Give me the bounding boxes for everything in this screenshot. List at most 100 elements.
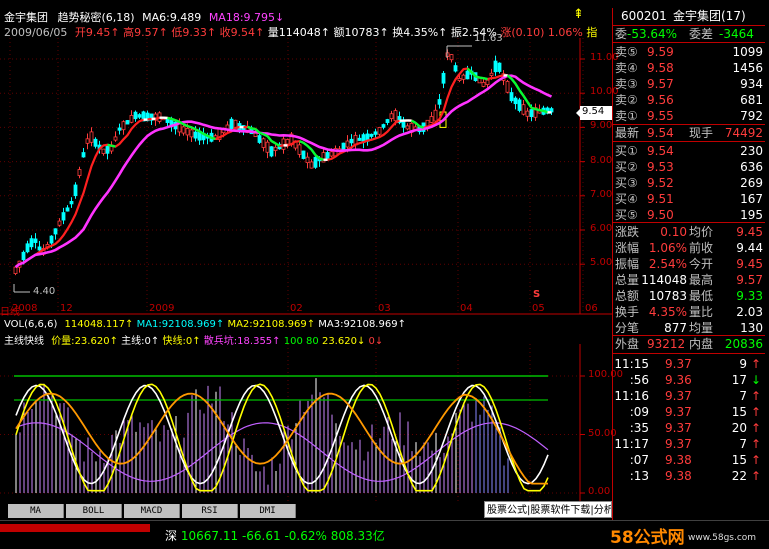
tab-boll[interactable]: BOLL — [66, 504, 122, 518]
arrow-up-icon: ↑ — [750, 357, 761, 371]
tick-price: 9.37 — [665, 389, 692, 403]
stat-v2: 130 — [740, 321, 763, 335]
ma6-segment — [111, 144, 116, 148]
candlestick-chart[interactable] — [0, 38, 612, 318]
candle — [373, 128, 378, 138]
candle — [381, 123, 386, 130]
candle — [521, 99, 526, 116]
row-price: 9.55 — [647, 109, 674, 123]
arrow-up-icon: ↑ — [750, 421, 761, 435]
tick-row: :09 9.37 15 ↑ — [613, 404, 765, 420]
tab-dmi[interactable]: DMI — [240, 504, 296, 518]
row-label: 买① — [615, 144, 638, 158]
candle — [77, 166, 82, 179]
last-hand: 74492 — [724, 126, 763, 140]
stat-v1: 114048 — [641, 273, 687, 287]
bid-level-5[interactable]: 买⑤ 9.50 195 — [613, 207, 765, 223]
tab-macd[interactable]: MACD — [124, 504, 180, 518]
candles — [13, 49, 554, 276]
ask-level-1[interactable]: 卖① 9.55 792 — [613, 108, 765, 124]
stat-v2: 9.44 — [736, 241, 763, 255]
price-tick-label: 5.00 — [590, 257, 613, 269]
row-volume: 636 — [740, 160, 763, 174]
row-price: 9.59 — [647, 45, 674, 59]
ma6-segment — [543, 109, 548, 114]
candle — [117, 123, 122, 135]
stat-v1: 0.10 — [660, 225, 687, 239]
ma6-segment — [531, 106, 536, 111]
stat-l2: 今开 — [689, 257, 714, 271]
tick-price: 9.36 — [665, 373, 692, 387]
quote-title: 600201 金宇集团(17) — [613, 8, 765, 24]
tick-volume: 15 — [731, 405, 747, 419]
row-volume: 1456 — [732, 61, 763, 75]
row-label: 卖② — [615, 93, 638, 107]
candle — [301, 150, 306, 160]
candle — [401, 116, 406, 133]
candle — [497, 62, 502, 74]
pin-icon[interactable]: ⇞ — [573, 7, 584, 22]
candle — [37, 241, 42, 252]
indicator-tick-label: 0.00 — [588, 486, 611, 497]
ma6-segment — [302, 141, 309, 147]
ask-level-3[interactable]: 卖③ 9.57 934 — [613, 76, 765, 92]
stat-v2: 9.45 — [736, 225, 763, 239]
date-tick-label: 12 — [60, 303, 73, 314]
candle — [285, 138, 290, 149]
bid-level-1[interactable]: 买① 9.54 230 — [613, 143, 765, 159]
candle — [209, 129, 214, 143]
candle — [353, 131, 358, 151]
stat-v1: 877 — [664, 321, 687, 335]
ask-level-5[interactable]: 卖⑤ 9.59 1099 — [613, 44, 765, 60]
tick-volume: 7 — [739, 437, 747, 451]
stat-l2: 最高 — [689, 273, 714, 287]
formula-name[interactable]: 趋势秘密(6,18) — [58, 11, 135, 24]
tab-rsi[interactable]: RSI — [182, 504, 238, 518]
tick-volume: 9 — [739, 357, 747, 371]
stat-row: 换手 4.35% 量比 2.03 — [613, 304, 765, 320]
row-label: 卖① — [615, 109, 638, 123]
tab-ma[interactable]: MA — [8, 504, 64, 518]
stat-l1: 振幅 — [615, 257, 640, 271]
stat-l1: 总量 — [615, 273, 640, 287]
ma6-segment — [175, 119, 180, 124]
row-price: 9.57 — [647, 77, 674, 91]
tick-row: :13 9.38 22 ↑ — [613, 468, 765, 484]
index-ticker[interactable]: 深 10667.11 -66.61 -0.62% 808.33亿 — [165, 527, 385, 544]
candle — [33, 233, 38, 249]
tick-row: 11:15 9.37 9 ↑ — [613, 356, 765, 372]
candle — [113, 131, 118, 142]
date-tick-label: 05 — [532, 303, 545, 314]
ad-banner[interactable]: 股票公式|股票软件下载|分析家公式网 www.fxj8.com — [484, 501, 612, 518]
arrow-down-icon: ↓ — [750, 373, 761, 387]
bid-level-3[interactable]: 买③ 9.52 269 — [613, 175, 765, 191]
ma6-segment — [251, 127, 256, 131]
ma6-segment — [211, 136, 216, 141]
bid-level-2[interactable]: 买② 9.53 636 — [613, 159, 765, 175]
row-price: 9.53 — [647, 160, 674, 174]
date-tick-label: 03 — [378, 303, 391, 314]
stat-v1: 1.06% — [648, 241, 687, 255]
candle — [441, 70, 446, 89]
arrow-up-icon: ↑ — [750, 437, 761, 451]
candle — [385, 118, 390, 126]
vol-formula[interactable]: VOL(6,6,6) — [4, 319, 57, 330]
stat-l1: 涨跌 — [615, 225, 640, 239]
candle — [61, 207, 66, 225]
bid-level-4[interactable]: 买④ 9.51 167 — [613, 191, 765, 207]
ask-level-4[interactable]: 卖④ 9.58 1456 — [613, 60, 765, 76]
ask-level-2[interactable]: 卖② 9.56 681 — [613, 92, 765, 108]
index-name: 深 — [165, 529, 178, 543]
candle — [105, 145, 110, 160]
ma6-segment — [247, 125, 252, 130]
candle — [137, 113, 142, 120]
indicator-chart[interactable] — [0, 344, 612, 502]
tick-row: :07 9.38 15 ↑ — [613, 452, 765, 468]
tick-price: 9.38 — [665, 469, 692, 483]
ma6-segment — [522, 95, 529, 103]
date-tick-label: 2009 — [149, 303, 175, 314]
candle — [65, 205, 70, 212]
row-volume: 167 — [740, 192, 763, 206]
tick-time: :09 — [629, 405, 649, 419]
candle — [437, 93, 442, 109]
